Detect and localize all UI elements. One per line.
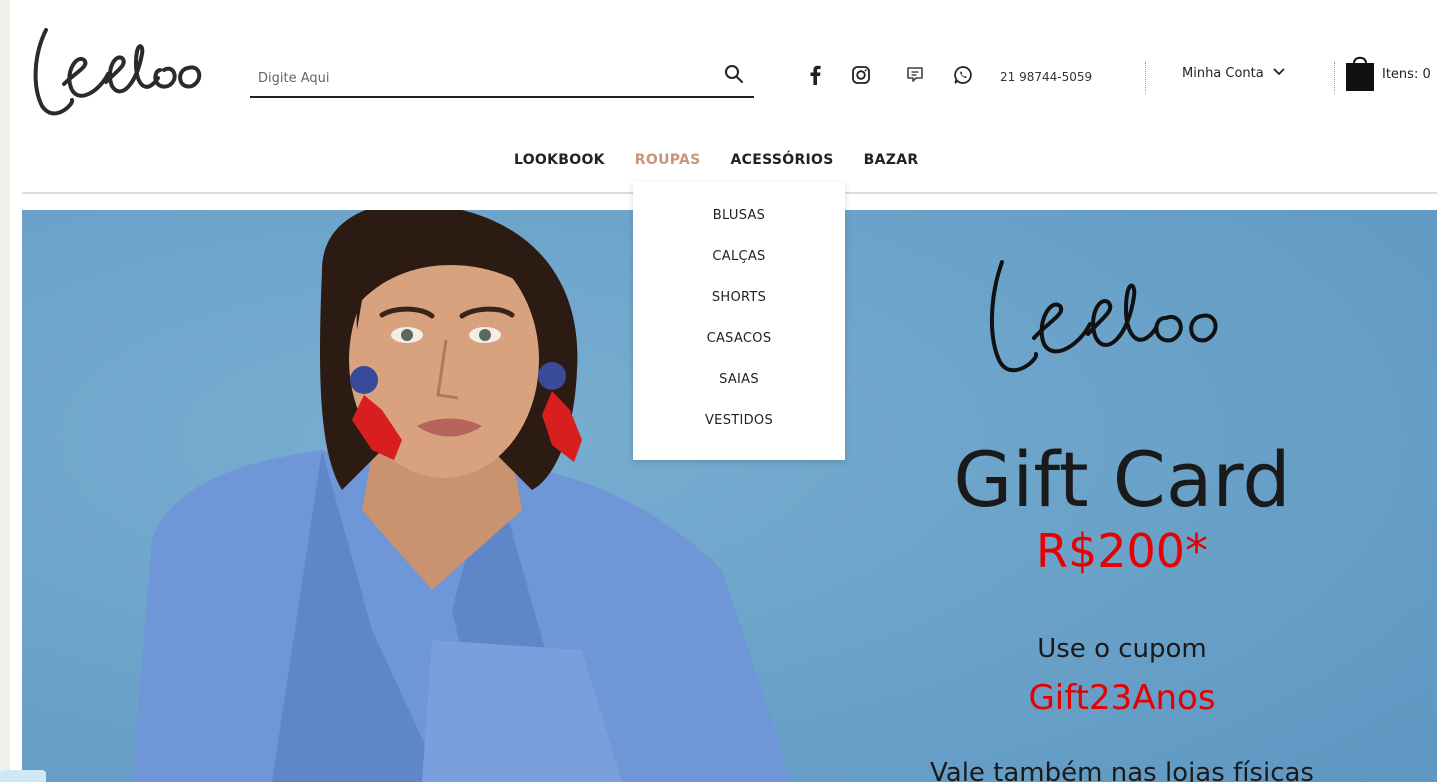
phone-number[interactable]: 21 98744-5059 [1000, 70, 1092, 84]
gift-card-price: R$200* [1035, 524, 1209, 578]
brand-logo[interactable] [24, 14, 214, 120]
coupon-label: Use o cupom [1037, 634, 1207, 664]
page-frame: 21 98744-5059 Minha Conta Itens: 0 LOOKB… [10, 0, 1437, 782]
cart-button[interactable]: Itens: 0 [1344, 52, 1431, 96]
chat-widget-tab[interactable] [0, 770, 46, 782]
nav-item-acessorios[interactable]: ACESSÓRIOS [731, 152, 834, 168]
dropdown-item-shorts[interactable]: SHORTS [633, 290, 845, 305]
header-divider [1145, 62, 1146, 94]
search-input[interactable] [256, 66, 700, 90]
gift-card-title: Gift Card [953, 435, 1291, 524]
dropdown-item-blusas[interactable]: BLUSAS [633, 208, 845, 223]
chat-icon[interactable] [902, 62, 928, 88]
dropdown-item-calcas[interactable]: CALÇAS [633, 249, 845, 264]
nav-item-lookbook[interactable]: LOOKBOOK [514, 152, 605, 168]
dropdown-item-casacos[interactable]: CASACOS [633, 331, 845, 346]
instagram-icon[interactable] [848, 62, 874, 88]
search-icon[interactable] [722, 62, 746, 86]
dropdown-item-saias[interactable]: SAIAS [633, 372, 845, 387]
chevron-down-icon [1272, 66, 1286, 81]
nav-item-roupas[interactable]: ROUPAS [635, 152, 701, 168]
nav-item-bazar[interactable]: BAZAR [864, 152, 919, 168]
hero-footnote: Vale também nas lojas físicas [930, 758, 1314, 782]
whatsapp-icon[interactable] [950, 62, 976, 88]
coupon-code: Gift23Anos [1028, 678, 1216, 718]
account-label: Minha Conta [1182, 66, 1264, 81]
header-divider [1334, 62, 1335, 94]
shopping-bag-icon [1344, 52, 1376, 96]
dropdown-item-vestidos[interactable]: VESTIDOS [633, 413, 845, 428]
account-menu[interactable]: Minha Conta [1182, 66, 1286, 81]
facebook-icon[interactable] [802, 62, 828, 88]
cart-count: Itens: 0 [1382, 66, 1431, 82]
roupas-dropdown: BLUSAS CALÇAS SHORTS CASACOS SAIAS VESTI… [633, 182, 845, 460]
hero-brand-logo [989, 260, 1218, 373]
search-bar [250, 56, 754, 98]
